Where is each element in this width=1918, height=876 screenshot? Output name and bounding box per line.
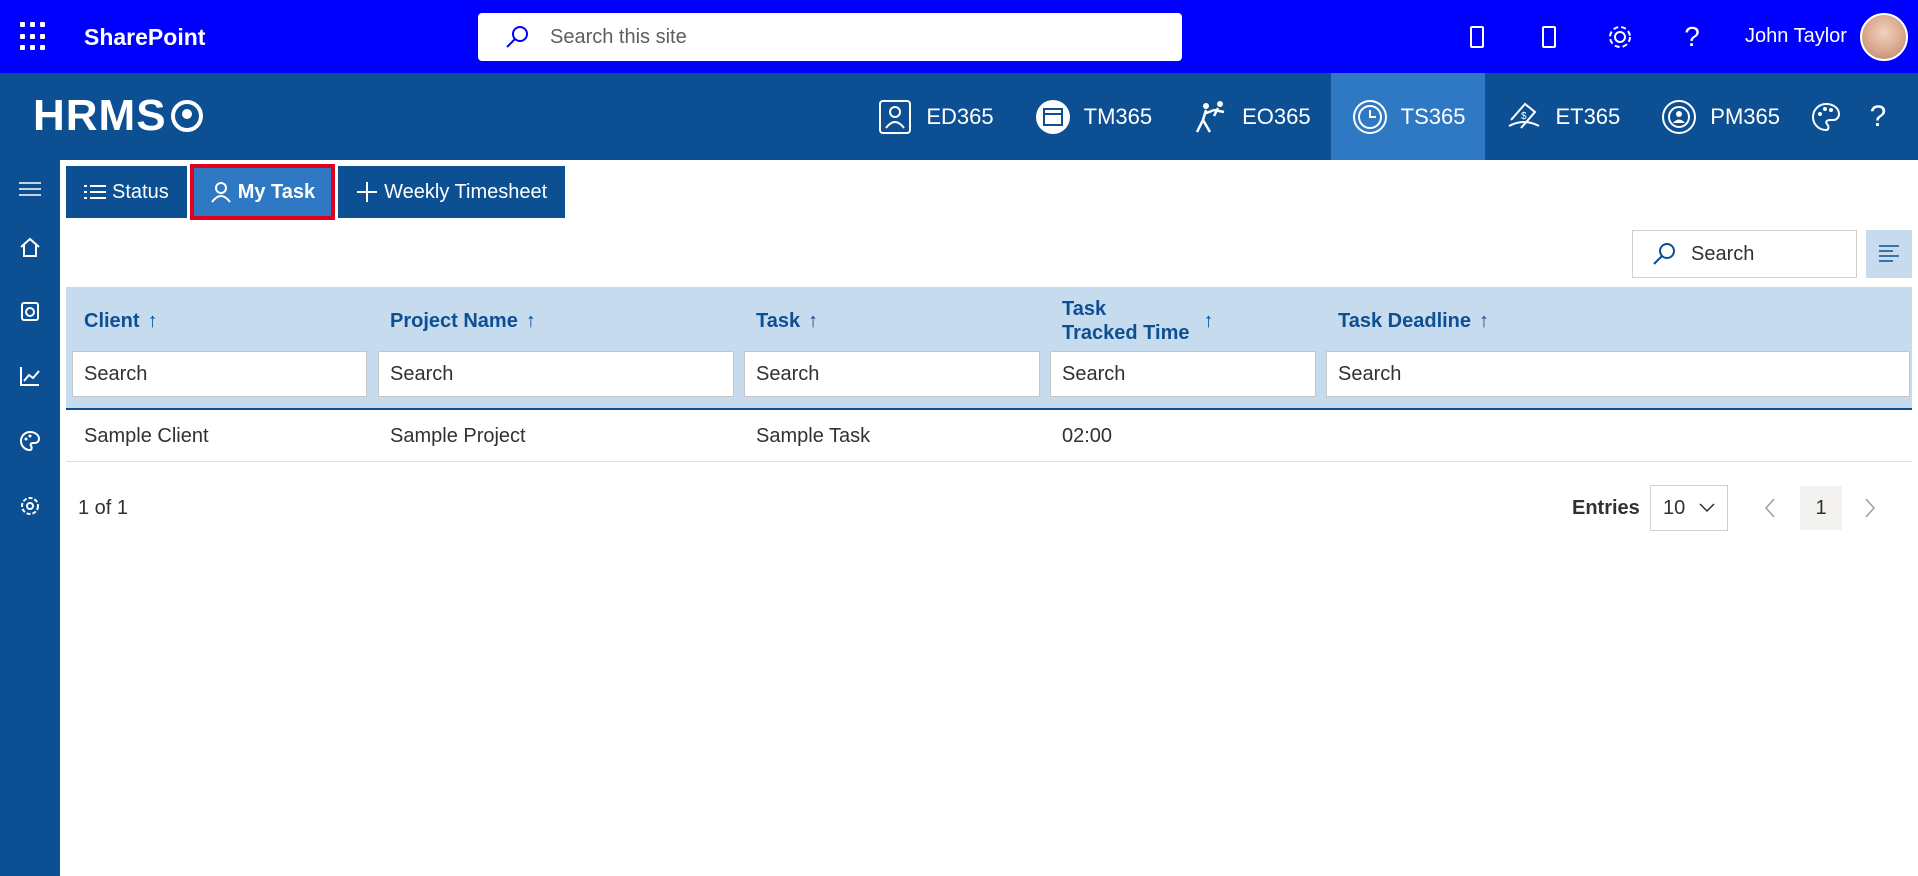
task-table: Client ↑ Project Name ↑ Task ↑ Task Trac… (66, 287, 1912, 462)
entries-dropdown[interactable]: 10 (1650, 485, 1728, 531)
help-icon[interactable]: ? (1852, 73, 1904, 160)
module-pm365[interactable]: PM365 (1640, 73, 1800, 160)
chevron-left-icon (1764, 498, 1775, 518)
module-label: ED365 (926, 103, 994, 129)
list-icon (84, 185, 106, 199)
module-ts365[interactable]: TS365 (1330, 73, 1486, 160)
weekly-timesheet-button[interactable]: Weekly Timesheet (338, 166, 566, 218)
hrms-header: HRMS ED365 TM365 EO365 TS365 $ ET365 PM3… (0, 73, 1918, 160)
weekly-timesheet-label: Weekly Timesheet (384, 180, 548, 203)
filter-client[interactable]: Search (72, 351, 367, 397)
column-label: Task Tracked Time (1062, 297, 1189, 345)
suite-bar: SharePoint Search this site ? John Taylo… (0, 0, 1918, 73)
chevron-down-icon (1699, 503, 1715, 513)
module-eo365[interactable]: EO365 (1172, 73, 1331, 160)
calendar-icon (1035, 99, 1070, 134)
employee-directory-icon (879, 99, 912, 134)
record-count: 1 of 1 (78, 497, 129, 519)
user-name[interactable]: John Taylor (1745, 25, 1847, 48)
svg-text:$: $ (1521, 111, 1527, 122)
column-header-client[interactable]: Client ↑ (84, 287, 158, 355)
avatar[interactable] (1860, 13, 1908, 61)
sort-arrow-icon: ↑ (1479, 309, 1490, 332)
site-search-placeholder: Search this site (550, 25, 687, 48)
sort-arrow-icon: ↑ (1203, 310, 1214, 332)
column-header-project[interactable]: Project Name ↑ (390, 287, 536, 355)
column-label: Project Name (390, 309, 518, 332)
onboarding-icon (1196, 100, 1225, 133)
module-label: ET365 (1555, 103, 1621, 129)
filter-task[interactable]: Search (744, 351, 1040, 397)
module-label: TM365 (1083, 103, 1153, 129)
column-options-icon (1879, 245, 1899, 262)
filter-project[interactable]: Search (378, 351, 734, 397)
menu-icon[interactable] (15, 174, 45, 204)
cell-project: Sample Project (390, 424, 526, 447)
column-label-line2: Tracked Time (1062, 322, 1190, 344)
column-header-tracked-time[interactable]: Task Tracked Time ↑ (1062, 287, 1213, 355)
column-label: Task Deadline (1338, 309, 1472, 332)
search-icon (506, 26, 528, 48)
cell-tracked-time: 02:00 (1062, 424, 1113, 447)
timesheet-icon[interactable] (15, 296, 45, 326)
waffle-icon[interactable] (20, 22, 50, 52)
previous-page-button[interactable] (1752, 490, 1788, 526)
column-options-button[interactable] (1866, 230, 1912, 278)
person-icon (210, 182, 231, 203)
module-tm365[interactable]: TM365 (1014, 73, 1172, 160)
module-label: PM365 (1710, 103, 1780, 129)
chevron-right-icon (1865, 498, 1876, 518)
filter-tracked-time[interactable]: Search (1050, 351, 1316, 397)
logo-text: HRMS (33, 91, 167, 140)
expense-icon: $ (1508, 102, 1540, 129)
mobile-icon[interactable] (1460, 20, 1494, 54)
help-icon[interactable]: ? (1675, 20, 1709, 54)
left-rail (0, 160, 60, 876)
home-icon[interactable] (15, 232, 45, 262)
tablet-icon[interactable] (1532, 20, 1566, 54)
grid-search-input[interactable]: Search (1632, 230, 1857, 278)
column-label: Client (84, 309, 140, 332)
module-ed365[interactable]: ED365 (856, 73, 1013, 160)
palette-icon[interactable] (15, 426, 45, 456)
table-header: Client ↑ Project Name ↑ Task ↑ Task Trac… (66, 287, 1912, 410)
my-task-button[interactable]: My Task (189, 164, 336, 220)
filter-deadline[interactable]: Search (1326, 351, 1910, 397)
settings-icon[interactable] (15, 491, 45, 521)
palette-icon[interactable] (1800, 73, 1852, 160)
cell-task: Sample Task (756, 424, 871, 447)
plus-icon (357, 182, 378, 202)
cell-client: Sample Client (84, 424, 209, 447)
search-icon (1653, 243, 1675, 265)
next-page-button[interactable] (1852, 490, 1888, 526)
performance-icon (1662, 99, 1697, 134)
module-label: TS365 (1400, 103, 1466, 129)
grid-search-placeholder: Search (1691, 242, 1755, 265)
status-button[interactable]: Status (66, 166, 187, 218)
sort-arrow-icon: ↑ (525, 309, 536, 332)
chart-icon[interactable] (15, 361, 45, 391)
site-search-box[interactable]: Search this site (478, 13, 1182, 61)
column-label-line1: Task (1062, 298, 1107, 320)
entries-value: 10 (1663, 496, 1686, 519)
sort-arrow-icon: ↑ (808, 309, 819, 332)
column-header-task[interactable]: Task ↑ (756, 287, 818, 355)
table-row[interactable]: Sample Client Sample Project Sample Task… (66, 410, 1912, 462)
module-et365[interactable]: $ ET365 (1485, 73, 1640, 160)
entries-label: Entries (1572, 497, 1640, 519)
status-label: Status (112, 180, 169, 203)
module-label: EO365 (1242, 103, 1311, 129)
my-task-label: My Task (237, 180, 316, 203)
column-label: Task (756, 309, 801, 332)
sort-arrow-icon: ↑ (147, 309, 158, 332)
app-title[interactable]: SharePoint (84, 24, 205, 51)
column-header-deadline[interactable]: Task Deadline ↑ (1338, 287, 1489, 355)
gear-icon[interactable] (1603, 20, 1637, 54)
logo-ring-icon (170, 100, 203, 132)
clock-icon (1352, 99, 1387, 134)
hrms-logo[interactable]: HRMS (33, 91, 203, 141)
action-bar: Status My Task Weekly Timesheet (66, 164, 566, 220)
module-nav: ED365 TM365 EO365 TS365 $ ET365 PM365 ? (856, 73, 1918, 160)
page-number-button[interactable]: 1 (1800, 486, 1842, 530)
